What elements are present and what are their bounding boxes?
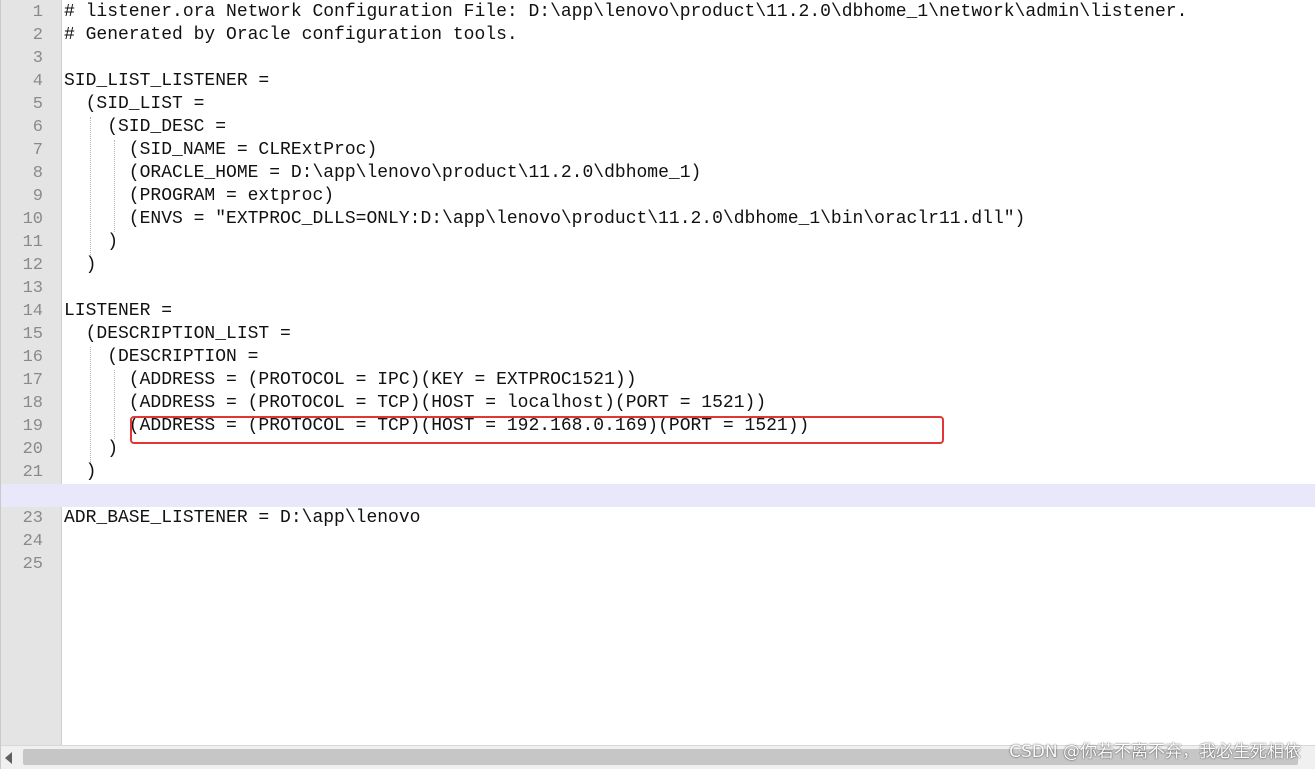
line-number: 5 (32, 95, 43, 114)
code-line[interactable]: (ADDRESS = (PROTOCOL = TCP)(HOST = local… (63, 392, 1315, 415)
line-number: 14 (22, 302, 43, 321)
line-number: 25 (22, 555, 43, 574)
code-line[interactable]: (DESCRIPTION = (63, 346, 1315, 369)
code-line[interactable]: (PROGRAM = extproc) (63, 185, 1315, 208)
line-number: 18 (22, 394, 43, 413)
line-number: 11 (22, 233, 43, 252)
line-number: 19 (22, 417, 43, 436)
text-editor[interactable]: 1234567891011121314151617181920212223242… (0, 0, 1315, 769)
code-area[interactable]: # listener.ora Network Configuration Fil… (1, 0, 1315, 745)
line-number: 15 (22, 325, 43, 344)
code-line[interactable]: ) (63, 231, 1315, 254)
line-number: 7 (32, 141, 43, 160)
line-number: 1 (32, 3, 43, 22)
csdn-watermark: CSDN @你若不离不弃，我必生死相依 (1009, 742, 1301, 762)
code-line[interactable] (63, 530, 1315, 553)
scroll-left-arrow-icon[interactable] (5, 752, 12, 764)
code-line[interactable]: (ORACLE_HOME = D:\app\lenovo\product\11.… (63, 162, 1315, 185)
line-number: 4 (32, 72, 43, 91)
indent-guide (90, 117, 91, 255)
line-number: 17 (22, 371, 43, 390)
code-line[interactable]: SID_LIST_LISTENER = (63, 70, 1315, 93)
line-number: 3 (32, 49, 43, 68)
line-number: 20 (22, 440, 43, 459)
code-line[interactable]: # listener.ora Network Configuration Fil… (63, 1, 1315, 24)
code-line[interactable]: (SID_NAME = CLRExtProc) (63, 139, 1315, 162)
code-line[interactable]: (SID_LIST = (63, 93, 1315, 116)
code-line[interactable]: LISTENER = (63, 300, 1315, 323)
code-line[interactable] (63, 277, 1315, 300)
indent-guide (114, 140, 115, 232)
code-line[interactable] (63, 553, 1315, 576)
current-code-line[interactable] (1, 484, 1315, 507)
code-line[interactable]: (ADDRESS = (PROTOCOL = IPC)(KEY = EXTPRO… (63, 369, 1315, 392)
line-number: 9 (32, 187, 43, 206)
code-line[interactable]: ) (63, 254, 1315, 277)
line-number: 23 (22, 509, 43, 528)
code-line[interactable] (63, 47, 1315, 70)
line-number: 10 (22, 210, 43, 229)
line-number-gutter: 1234567891011121314151617181920212223242… (1, 0, 62, 745)
indent-guide (114, 370, 115, 439)
line-number: 6 (32, 118, 43, 137)
code-line[interactable]: # Generated by Oracle configuration tool… (63, 24, 1315, 47)
line-number: 8 (32, 164, 43, 183)
code-line[interactable]: (ENVS = "EXTPROC_DLLS=ONLY:D:\app\lenovo… (63, 208, 1315, 231)
code-line[interactable]: ADR_BASE_LISTENER = D:\app\lenovo (63, 507, 1315, 530)
code-line[interactable]: (DESCRIPTION_LIST = (63, 323, 1315, 346)
code-line[interactable]: (SID_DESC = (63, 116, 1315, 139)
line-number: 13 (22, 279, 43, 298)
red-annotation-box (130, 416, 944, 444)
line-number: 24 (22, 532, 43, 551)
line-number: 2 (32, 26, 43, 45)
code-line[interactable]: ) (63, 461, 1315, 484)
line-number: 21 (22, 463, 43, 482)
indent-guide (90, 347, 91, 462)
line-number: 12 (22, 256, 43, 275)
line-number: 16 (22, 348, 43, 367)
